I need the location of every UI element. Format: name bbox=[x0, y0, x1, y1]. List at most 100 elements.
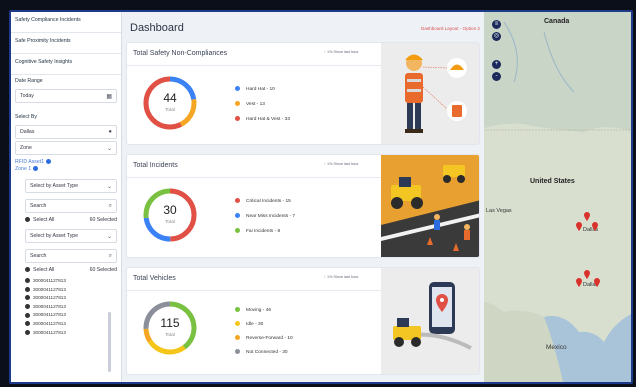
trend-note: ↑ 1% Since last hour bbox=[324, 162, 359, 166]
sidebar-tab-safe-proximity[interactable]: Safe Proximity Incidents bbox=[11, 33, 121, 54]
donut-total-label: Total bbox=[165, 219, 175, 224]
sidebar: Safety Compliance Incidents Safe Proximi… bbox=[11, 12, 122, 382]
divider bbox=[127, 65, 381, 66]
legend: Critical Incidents - 15 Near Miss Incide… bbox=[235, 194, 295, 239]
location-pin-icon[interactable] bbox=[584, 270, 590, 279]
map-label-las-vegas: Las Vegas bbox=[486, 208, 512, 214]
date-select[interactable]: Today ▦ bbox=[15, 89, 117, 103]
map-label-mexico: Mexico bbox=[546, 344, 567, 351]
sidebar-tab-safety-compliance[interactable]: Safety Compliance Incidents bbox=[11, 12, 121, 33]
zone-select[interactable]: Zone ⌄ bbox=[15, 141, 117, 155]
city-select[interactable]: Dallas ● bbox=[15, 125, 117, 139]
map-locate-button[interactable]: ◎ bbox=[492, 32, 501, 41]
divider bbox=[127, 177, 381, 178]
location-pin-icon[interactable] bbox=[584, 212, 590, 221]
map-label-canada: Canada bbox=[544, 18, 570, 25]
asset-type-select-2[interactable]: Select by Asset Type ⌄ bbox=[25, 229, 117, 243]
location-pin-icon[interactable] bbox=[576, 278, 582, 287]
search-icon: ⌕ bbox=[108, 202, 112, 209]
legend-item: Fai Incidents - 8 bbox=[235, 224, 295, 239]
map-panel[interactable]: ≡ ◎ + - Canada United States Las Vegas D… bbox=[484, 12, 631, 382]
select-by-label: Select By bbox=[15, 114, 37, 120]
chevron-down-icon: ⌄ bbox=[106, 233, 112, 240]
select-all-radio[interactable] bbox=[25, 217, 30, 223]
donut-total: 115 bbox=[160, 316, 180, 330]
asset-type-placeholder-2: Select by Asset Type bbox=[30, 233, 79, 239]
asset-item[interactable]: 3000041127813 bbox=[25, 329, 115, 338]
asset-item[interactable]: 3000041127813 bbox=[25, 303, 115, 312]
remove-filter-icon[interactable] bbox=[33, 166, 39, 172]
divider bbox=[127, 290, 381, 291]
chevron-down-icon: ⌄ bbox=[106, 145, 112, 152]
search-icon: ⌕ bbox=[108, 252, 112, 259]
legend-item: Moving - 46 bbox=[235, 304, 293, 318]
asset-item[interactable]: 3000041127813 bbox=[25, 294, 115, 303]
selected-count-2: 60 Selected bbox=[89, 267, 117, 273]
chevron-down-icon: ⌄ bbox=[106, 183, 112, 190]
zone-value: Zone bbox=[20, 145, 32, 151]
vehicles-card[interactable]: Total Vehicles ↑ 1% Since last hour 115 … bbox=[126, 267, 480, 375]
safety-noncompliance-card[interactable]: Total Safety Non-Compliances ↑ 1% Since … bbox=[126, 42, 480, 145]
zoom-in-button[interactable]: + bbox=[492, 60, 501, 69]
legend-item: Hard Hat & Vest - 33 bbox=[235, 112, 290, 127]
remove-filter-icon[interactable] bbox=[46, 159, 52, 165]
selected-count: 60 Selected bbox=[89, 217, 117, 223]
asset-list: 3000041127813 3000041127813 300004112781… bbox=[25, 277, 115, 337]
legend-item: Reverse-Forward - 10 bbox=[235, 332, 293, 346]
asset-search-input-2[interactable]: Search ⌕ bbox=[25, 249, 117, 263]
date-value: Today bbox=[20, 93, 34, 99]
app-window: Safety Compliance Incidents Safe Proximi… bbox=[9, 10, 633, 384]
legend-item: Near Miss Incidents - 7 bbox=[235, 209, 295, 224]
card-title: Total Vehicles bbox=[133, 275, 176, 282]
donut-total-label: Total bbox=[165, 107, 175, 112]
select-all-row-2[interactable]: Select All 60 Selected bbox=[11, 265, 121, 275]
asset-item[interactable]: 3000041127813 bbox=[25, 286, 115, 295]
search-placeholder-2: Search bbox=[30, 253, 47, 259]
asset-item[interactable]: 3000041127813 bbox=[25, 311, 115, 320]
location-pin-icon[interactable] bbox=[592, 222, 598, 231]
donut-total-label: Total bbox=[165, 332, 175, 337]
map-layers-button[interactable]: ≡ bbox=[492, 20, 501, 29]
donut-chart: 30 Total bbox=[141, 186, 199, 244]
filter-chip-rfid-label: RFID Asset1 bbox=[15, 159, 45, 165]
filter-chip-zone[interactable]: Zone 1 bbox=[11, 165, 121, 175]
dashboard-main: Dashboard Dashboard Layout - Option 2 To… bbox=[122, 12, 484, 382]
asset-type-placeholder: Select by Asset Type bbox=[30, 183, 79, 189]
legend: Hard Hat - 10 Vest - 13 Hard Hat & Vest … bbox=[235, 82, 290, 127]
vehicle-tracking-illustration bbox=[381, 268, 479, 374]
asset-item[interactable]: 3000041127813 bbox=[25, 277, 115, 286]
asset-list-scrollbar[interactable] bbox=[108, 312, 111, 372]
donut-total: 44 bbox=[163, 91, 177, 105]
select-all-label-2: Select All bbox=[33, 267, 55, 273]
layout-option-link[interactable]: Dashboard Layout - Option 2 bbox=[421, 26, 480, 31]
select-all-row[interactable]: Select All 60 Selected bbox=[11, 215, 121, 225]
legend-item: Not Connected - 30 bbox=[235, 346, 293, 360]
card-title: Total Safety Non-Compliances bbox=[133, 50, 228, 57]
select-all-radio-2[interactable] bbox=[25, 267, 30, 273]
asset-type-select[interactable]: Select by Asset Type ⌄ bbox=[25, 179, 117, 193]
map-label-united-states: United States bbox=[530, 178, 575, 185]
legend-item: Critical Incidents - 15 bbox=[235, 194, 295, 209]
legend-item: Vest - 13 bbox=[235, 97, 290, 112]
card-title: Total Incidents bbox=[133, 162, 178, 169]
location-pin-icon: ● bbox=[108, 129, 112, 135]
trend-note: ↑ 1% Since last hour bbox=[324, 50, 359, 54]
legend-item: Idle - 30 bbox=[235, 318, 293, 332]
location-pin-icon[interactable] bbox=[576, 222, 582, 231]
date-range-label: Date Range bbox=[15, 78, 43, 84]
asset-item[interactable]: 3000041127813 bbox=[25, 320, 115, 329]
filter-chip-rfid[interactable]: RFID Asset1 bbox=[11, 157, 121, 165]
legend-item: Hard Hat - 10 bbox=[235, 82, 290, 97]
zoom-out-button[interactable]: - bbox=[492, 72, 501, 81]
road-construction-illustration bbox=[381, 155, 479, 257]
location-pin-icon[interactable] bbox=[594, 278, 600, 287]
calendar-icon: ▦ bbox=[106, 93, 112, 100]
donut-chart: 115 Total bbox=[141, 299, 199, 357]
donut-chart: 44 Total bbox=[141, 74, 199, 132]
legend: Moving - 46 Idle - 30 Reverse-Forward - … bbox=[235, 304, 293, 360]
asset-search-input[interactable]: Search ⌕ bbox=[25, 199, 117, 213]
worker-ppe-illustration bbox=[381, 43, 479, 144]
filter-chip-zone-label: Zone 1 bbox=[15, 166, 32, 172]
sidebar-tab-cognitive-safety[interactable]: Cognitive Safety Insights bbox=[11, 54, 121, 75]
incidents-card[interactable]: Total Incidents ↑ 1% Since last hour 30 … bbox=[126, 154, 480, 258]
